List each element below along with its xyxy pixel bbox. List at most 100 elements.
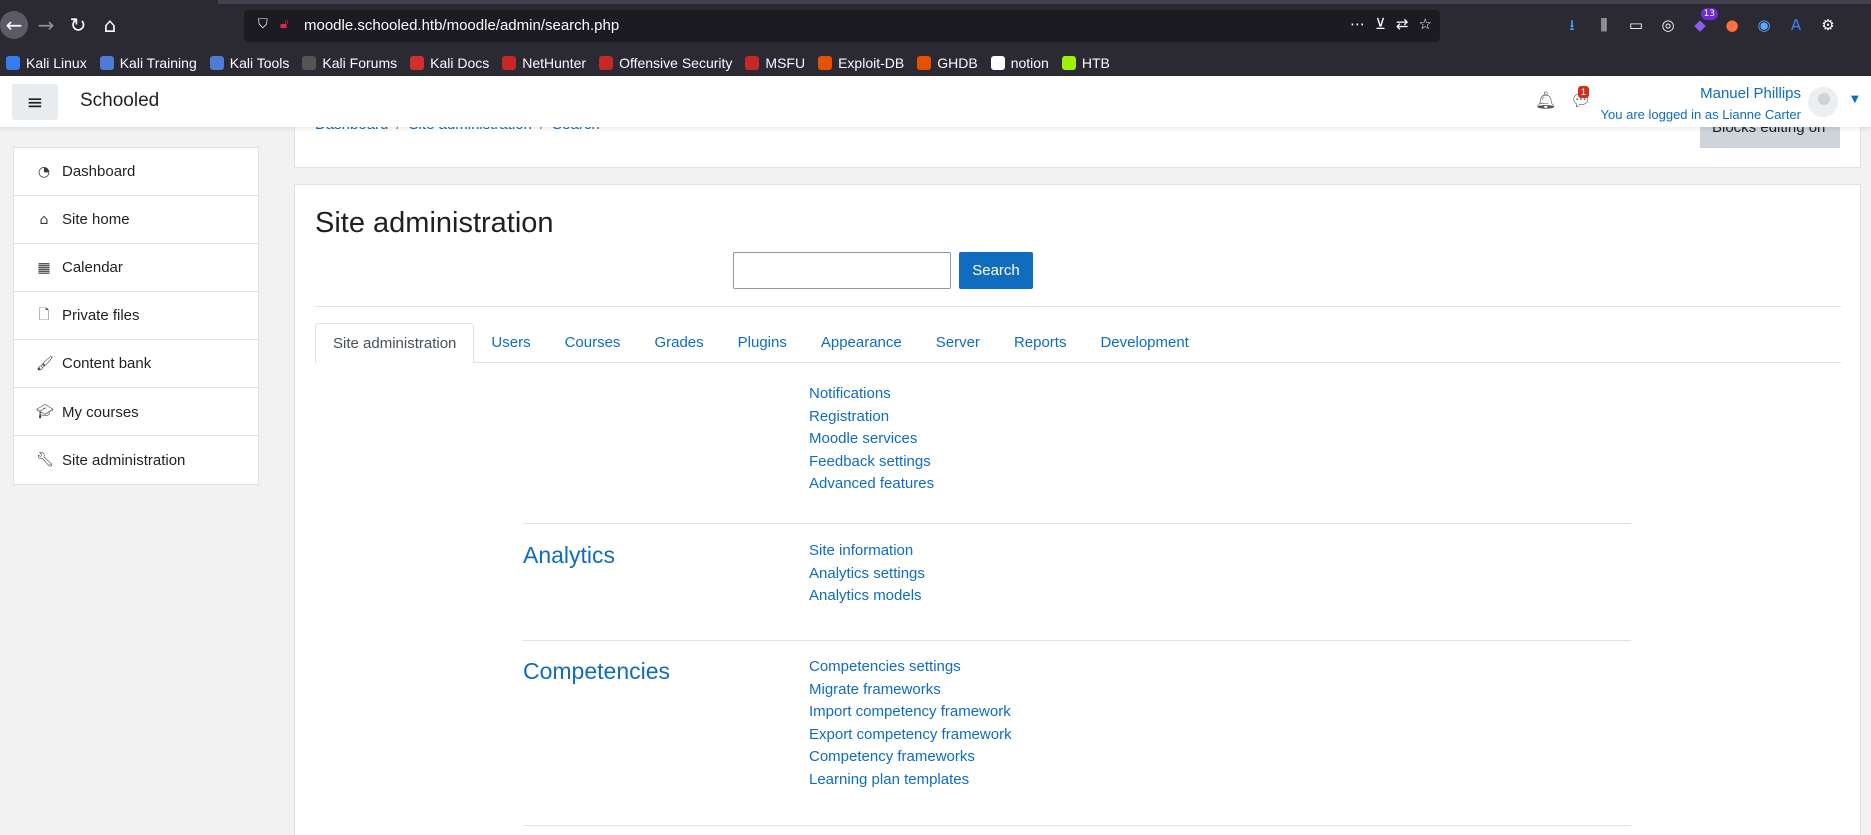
reload-icon[interactable]: ↻ xyxy=(64,11,92,39)
bookmark-item[interactable]: MSFU xyxy=(745,55,805,71)
sidebar-item-site-administration[interactable]: 🔧︎ Site administration xyxy=(14,436,258,484)
sidebar-item-calendar[interactable]: ▦ Calendar xyxy=(14,244,258,292)
bookmark-item[interactable]: Kali Docs xyxy=(410,55,489,71)
bookmark-favicon-icon xyxy=(502,56,517,70)
admin-link[interactable]: Site information xyxy=(809,540,925,563)
bookmark-item[interactable]: Kali Tools xyxy=(209,55,289,71)
shield-icon[interactable]: ⛉ xyxy=(258,17,268,32)
divider xyxy=(315,306,1841,307)
translate-icon[interactable]: ⇄ xyxy=(1396,15,1409,33)
url-text[interactable]: moodle.schooled.htb/moodle/admin/search.… xyxy=(304,17,619,34)
sidebar-item-label: Dashboard xyxy=(62,163,136,180)
tab-strip xyxy=(218,0,1871,4)
divider xyxy=(523,523,1631,524)
tab-courses[interactable]: Courses xyxy=(548,323,638,363)
bookmark-item[interactable]: Kali Linux xyxy=(6,55,87,71)
admin-link[interactable]: Analytics settings xyxy=(809,563,925,586)
menu-icon[interactable]: ≡ xyxy=(12,84,58,120)
logged-in-as-text[interactable]: You are logged in as Lianne Carter xyxy=(1601,107,1801,122)
tab-plugins[interactable]: Plugins xyxy=(721,323,804,363)
bookmark-label: Kali Docs xyxy=(430,55,490,71)
sidebar-item-content-bank[interactable]: 🖌︎ Content bank xyxy=(14,340,258,388)
bookmark-favicon-icon xyxy=(209,56,224,70)
address-bar[interactable]: ⛉ 🔓︎ moodle.schooled.htb/moodle/admin/se… xyxy=(244,10,1440,42)
site-brand[interactable]: Schooled xyxy=(80,90,159,112)
bookmark-star-icon[interactable]: ☆ xyxy=(1419,15,1432,33)
admin-link[interactable]: Migrate frameworks xyxy=(809,679,1012,702)
analytics-links: Site information Analytics settings Analyt… xyxy=(809,540,925,608)
home-icon[interactable]: ⌂ xyxy=(96,11,124,39)
tab-appearance[interactable]: Appearance xyxy=(804,323,919,363)
back-icon[interactable]: ← xyxy=(0,11,28,39)
bookmark-favicon-icon xyxy=(99,56,114,70)
admin-link[interactable]: Advanced features xyxy=(809,473,934,496)
admin-link[interactable]: Moodle services xyxy=(809,428,934,451)
library-icon[interactable]: ⫼ xyxy=(1592,13,1616,37)
bookmark-item[interactable]: GHDB xyxy=(917,55,978,71)
chevron-down-icon[interactable]: ▼ xyxy=(1851,94,1859,105)
divider xyxy=(523,825,1631,826)
user-name[interactable]: Manuel Phillips xyxy=(1700,85,1801,102)
bookmark-favicon-icon xyxy=(6,56,20,70)
bell-icon[interactable]: 🔔︎ xyxy=(1535,91,1557,111)
sidebar-item-label: Private files xyxy=(62,307,140,324)
tab-reports[interactable]: Reports xyxy=(997,323,1084,363)
admin-link[interactable]: Competency frameworks xyxy=(809,746,1012,769)
admin-link[interactable]: Notifications xyxy=(809,383,934,406)
page-title: Site administration xyxy=(315,207,554,239)
compass-icon[interactable]: ◉ xyxy=(1752,13,1776,37)
bookmark-label: Kali Linux xyxy=(26,55,87,71)
admin-link[interactable]: Import competency framework xyxy=(809,701,1012,724)
wrench-icon: 🔧︎ xyxy=(36,452,54,468)
bookmark-item[interactable]: Kali Forums xyxy=(302,55,397,71)
admin-link[interactable]: Competencies settings xyxy=(809,656,1012,679)
section-title-analytics[interactable]: Analytics xyxy=(523,542,615,569)
admin-link[interactable]: Feedback settings xyxy=(809,451,934,474)
sidebar-item-dashboard[interactable]: ◔ Dashboard xyxy=(14,148,258,196)
tab-site-administration[interactable]: Site administration xyxy=(315,323,475,364)
sidebar-item-private-files[interactable]: 🗋 Private files xyxy=(14,292,258,340)
browser-toolbar: ← → ↻ ⌂ ⛉ 🔓︎ moodle.schooled.htb/moodle/… xyxy=(0,0,1871,50)
bookmark-item[interactable]: notion xyxy=(990,55,1049,71)
forward-icon[interactable]: → xyxy=(32,11,60,39)
downloads-icon[interactable]: ⭳ xyxy=(1560,13,1584,37)
admin-link[interactable]: Export competency framework xyxy=(809,724,1012,747)
section-title-competencies[interactable]: Competencies xyxy=(523,658,670,685)
firefox-icon[interactable]: ● xyxy=(1720,13,1744,37)
extension-badge: 13 xyxy=(1700,8,1718,20)
translate-ext-icon[interactable]: A xyxy=(1784,13,1808,37)
tab-users[interactable]: Users xyxy=(474,323,547,363)
settings-icon[interactable]: ⚙ xyxy=(1816,13,1840,37)
bookmark-item[interactable]: HTB xyxy=(1061,55,1110,71)
search-button[interactable]: Search xyxy=(959,252,1033,289)
bookmark-item[interactable]: NetHunter xyxy=(502,55,586,71)
home-icon: ⌂ xyxy=(39,211,49,228)
avatar[interactable] xyxy=(1806,85,1840,119)
insecure-lock-icon[interactable]: 🔓︎ xyxy=(280,17,288,32)
search-input[interactable] xyxy=(733,252,951,289)
admin-link[interactable]: Learning plan templates xyxy=(809,769,1012,792)
admin-link[interactable]: Registration xyxy=(809,406,934,429)
general-links: Notifications Registration Moodle services… xyxy=(809,383,934,496)
bookmark-item[interactable]: Kali Training xyxy=(99,55,197,71)
tab-server[interactable]: Server xyxy=(919,323,997,363)
bookmark-item[interactable]: Exploit-DB xyxy=(818,55,904,71)
tab-grades[interactable]: Grades xyxy=(637,323,720,363)
admin-link[interactable]: Analytics models xyxy=(809,585,925,608)
tab-development[interactable]: Development xyxy=(1083,323,1205,363)
sidebar-item-site-home[interactable]: ⌂ Site home xyxy=(14,196,258,244)
sidebar-icon[interactable]: ▭ xyxy=(1624,13,1648,37)
account-icon[interactable]: ◎ xyxy=(1656,13,1680,37)
sidebar-item-label: Calendar xyxy=(62,259,123,276)
message-count-badge: 1 xyxy=(1578,86,1590,98)
bookmark-item[interactable]: Offensive Security xyxy=(599,55,732,71)
more-actions-icon[interactable]: ⋯ xyxy=(1350,15,1365,33)
admin-tabs: Site administration Users Courses Grades Plu… xyxy=(315,323,1841,364)
sidebar-item-my-courses[interactable]: 🎓︎ My courses xyxy=(14,388,258,436)
extension-icon[interactable]: ◆ 13 xyxy=(1688,8,1718,37)
sidebar-item-label: Site administration xyxy=(62,451,186,469)
dashboard-icon: ◔ xyxy=(37,163,51,180)
bookmark-favicon-icon xyxy=(599,56,614,70)
bookmark-favicon-icon xyxy=(745,56,760,70)
pocket-icon[interactable]: ⊻ xyxy=(1375,15,1386,33)
